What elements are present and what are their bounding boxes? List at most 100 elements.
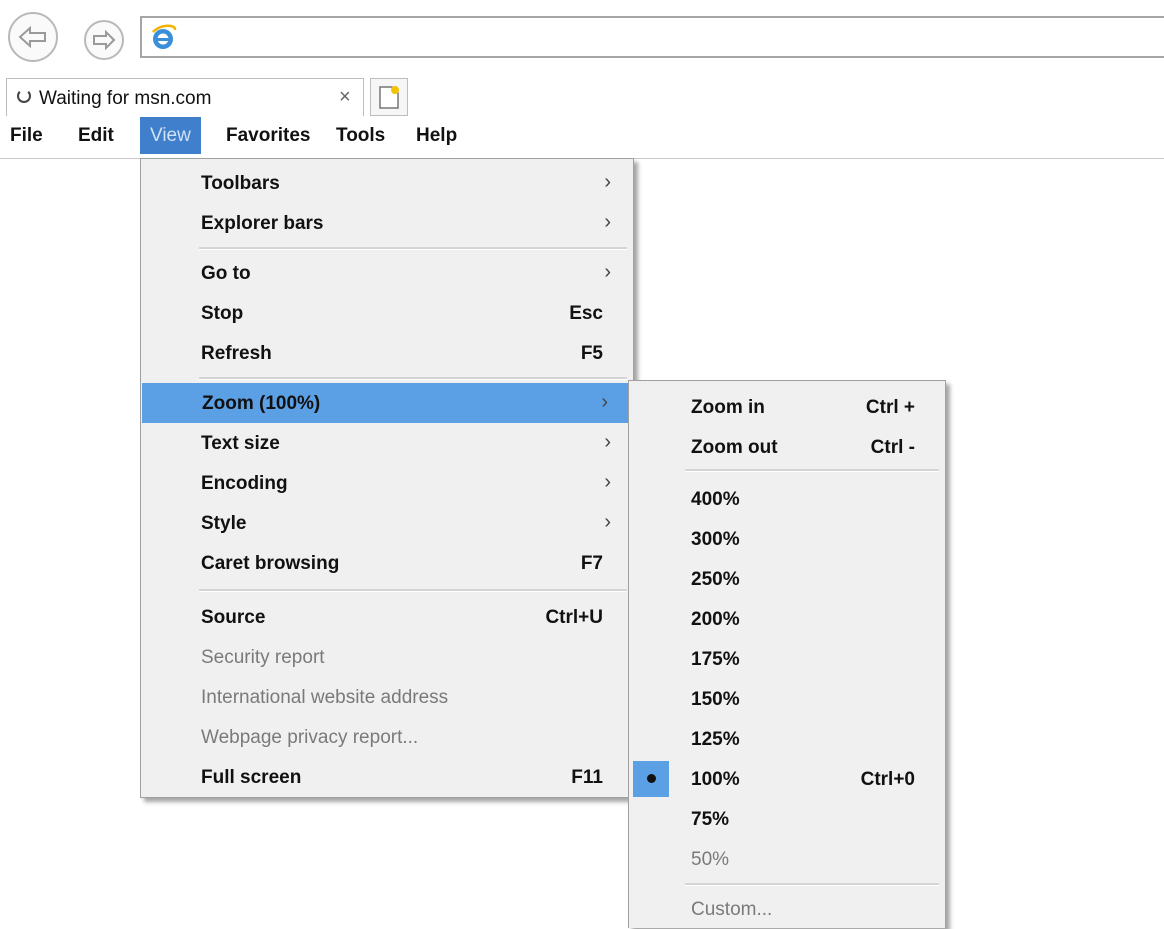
- radio-bullet-icon: [647, 774, 656, 783]
- zoom-item-50[interactable]: 50%: [629, 839, 945, 879]
- zoom-item-150[interactable]: 150%: [629, 679, 945, 719]
- new-tab-icon: [379, 86, 399, 109]
- new-tab-button[interactable]: [370, 78, 408, 116]
- menu-item-source[interactable]: Source Ctrl+U: [141, 597, 633, 637]
- menu-item-shortcut: F11: [571, 767, 603, 788]
- menu-item-label: Security report: [201, 647, 325, 668]
- menu-item-label: Caret browsing: [201, 553, 340, 574]
- menu-item-explorer-bars[interactable]: Explorer bars ›: [141, 203, 633, 243]
- submenu-arrow-icon: ›: [604, 171, 611, 193]
- menu-item-label: Custom...: [691, 899, 773, 920]
- selected-indicator: [633, 761, 669, 797]
- menu-item-shortcut: F5: [580, 343, 603, 364]
- menu-item-label: Full screen: [201, 767, 302, 788]
- tab-strip: Waiting for msn.com ×: [0, 70, 1164, 116]
- menu-item-shortcut: Ctrl+0: [860, 769, 915, 790]
- menu-item-label: 100%: [691, 769, 740, 790]
- submenu-arrow-icon: ›: [604, 431, 611, 453]
- menu-item-text-size[interactable]: Text size ›: [141, 423, 633, 463]
- forward-arrow-icon: [93, 30, 116, 50]
- menu-item-shortcut: Ctrl+U: [545, 607, 603, 628]
- menu-item-label: Explorer bars: [201, 213, 324, 234]
- menu-item-label: Encoding: [201, 473, 288, 494]
- menu-item-zoom[interactable]: Zoom (100%) ›: [142, 383, 630, 423]
- menu-view[interactable]: View: [140, 117, 201, 154]
- menu-item-label: Toolbars: [201, 173, 280, 194]
- menu-item-label: 400%: [691, 489, 740, 510]
- menu-item-label: 300%: [691, 529, 740, 550]
- menu-separator: [685, 883, 939, 886]
- back-button[interactable]: [8, 12, 58, 62]
- submenu-arrow-icon: ›: [604, 471, 611, 493]
- zoom-item-custom[interactable]: Custom...: [629, 889, 945, 929]
- menu-item-label: Go to: [201, 263, 251, 284]
- menu-item-shortcut: Esc: [569, 303, 603, 324]
- menu-item-label: 75%: [691, 809, 730, 830]
- zoom-submenu: Zoom in Ctrl + Zoom out Ctrl - 400% 300%…: [628, 380, 946, 928]
- forward-button[interactable]: [84, 20, 124, 60]
- view-menu: Toolbars › Explorer bars › Go to › Stop …: [140, 158, 634, 798]
- menu-item-label: 200%: [691, 609, 740, 630]
- menu-item-style[interactable]: Style ›: [141, 503, 633, 543]
- menu-item-label: Source: [201, 607, 266, 628]
- zoom-item-100[interactable]: 100% Ctrl+0: [629, 759, 945, 799]
- zoom-item-175[interactable]: 175%: [629, 639, 945, 679]
- zoom-item-125[interactable]: 125%: [629, 719, 945, 759]
- menu-item-label: 125%: [691, 729, 740, 750]
- menu-item-toolbars[interactable]: Toolbars ›: [141, 163, 633, 203]
- menu-separator: [199, 247, 627, 250]
- menu-item-shortcut: Ctrl -: [870, 437, 915, 458]
- menu-bar: File Edit View Favorites Tools Help: [0, 116, 1164, 159]
- menu-item-privacy-report[interactable]: Webpage privacy report...: [141, 717, 633, 757]
- tab-close-button[interactable]: ×: [339, 86, 351, 109]
- menu-item-label: Refresh: [201, 343, 272, 364]
- ie-logo-icon: [152, 24, 177, 49]
- menu-item-label: 50%: [691, 849, 730, 870]
- menu-separator: [199, 377, 627, 380]
- menu-separator: [199, 589, 627, 592]
- zoom-item-200[interactable]: 200%: [629, 599, 945, 639]
- menu-item-label: Text size: [201, 433, 280, 454]
- menu-item-label: International website address: [201, 687, 449, 708]
- menu-item-shortcut: Ctrl +: [865, 397, 915, 418]
- menu-item-refresh[interactable]: Refresh F5: [141, 333, 633, 373]
- menu-item-caret-browsing[interactable]: Caret browsing F7: [141, 543, 633, 583]
- menu-item-label: Webpage privacy report...: [201, 727, 419, 748]
- menu-item-go-to[interactable]: Go to ›: [141, 253, 633, 293]
- menu-item-encoding[interactable]: Encoding ›: [141, 463, 633, 503]
- address-bar-row: [0, 0, 1164, 68]
- zoom-item-zoom-out[interactable]: Zoom out Ctrl -: [629, 427, 945, 467]
- menu-item-international-address[interactable]: International website address: [141, 677, 633, 717]
- menu-help[interactable]: Help: [410, 125, 463, 147]
- tab-title: Waiting for msn.com: [39, 88, 212, 109]
- zoom-item-300[interactable]: 300%: [629, 519, 945, 559]
- menu-tools[interactable]: Tools: [330, 125, 391, 147]
- loading-spinner-icon: [17, 89, 31, 103]
- menu-item-label: Zoom out: [691, 437, 778, 458]
- menu-item-label: Zoom in: [691, 397, 765, 418]
- address-input[interactable]: [140, 16, 1164, 58]
- menu-item-label: Style: [201, 513, 247, 534]
- menu-item-shortcut: F7: [580, 553, 603, 574]
- menu-favorites[interactable]: Favorites: [220, 125, 316, 147]
- menu-item-stop[interactable]: Stop Esc: [141, 293, 633, 333]
- menu-item-label: 250%: [691, 569, 740, 590]
- zoom-item-75[interactable]: 75%: [629, 799, 945, 839]
- menu-item-label: Stop: [201, 303, 244, 324]
- submenu-arrow-icon: ›: [604, 261, 611, 283]
- menu-item-label: 175%: [691, 649, 740, 670]
- menu-file[interactable]: File: [4, 125, 49, 147]
- menu-edit[interactable]: Edit: [72, 125, 120, 147]
- submenu-arrow-icon: ›: [604, 211, 611, 233]
- zoom-item-400[interactable]: 400%: [629, 479, 945, 519]
- zoom-item-zoom-in[interactable]: Zoom in Ctrl +: [629, 387, 945, 427]
- submenu-arrow-icon: ›: [604, 511, 611, 533]
- menu-item-full-screen[interactable]: Full screen F11: [141, 757, 633, 797]
- menu-item-security-report[interactable]: Security report: [141, 637, 633, 677]
- menu-separator: [685, 469, 939, 472]
- menu-item-label: Zoom (100%): [202, 393, 321, 414]
- zoom-item-250[interactable]: 250%: [629, 559, 945, 599]
- tab-msn[interactable]: Waiting for msn.com ×: [6, 78, 364, 116]
- submenu-arrow-icon: ›: [601, 391, 608, 413]
- menu-item-label: 150%: [691, 689, 740, 710]
